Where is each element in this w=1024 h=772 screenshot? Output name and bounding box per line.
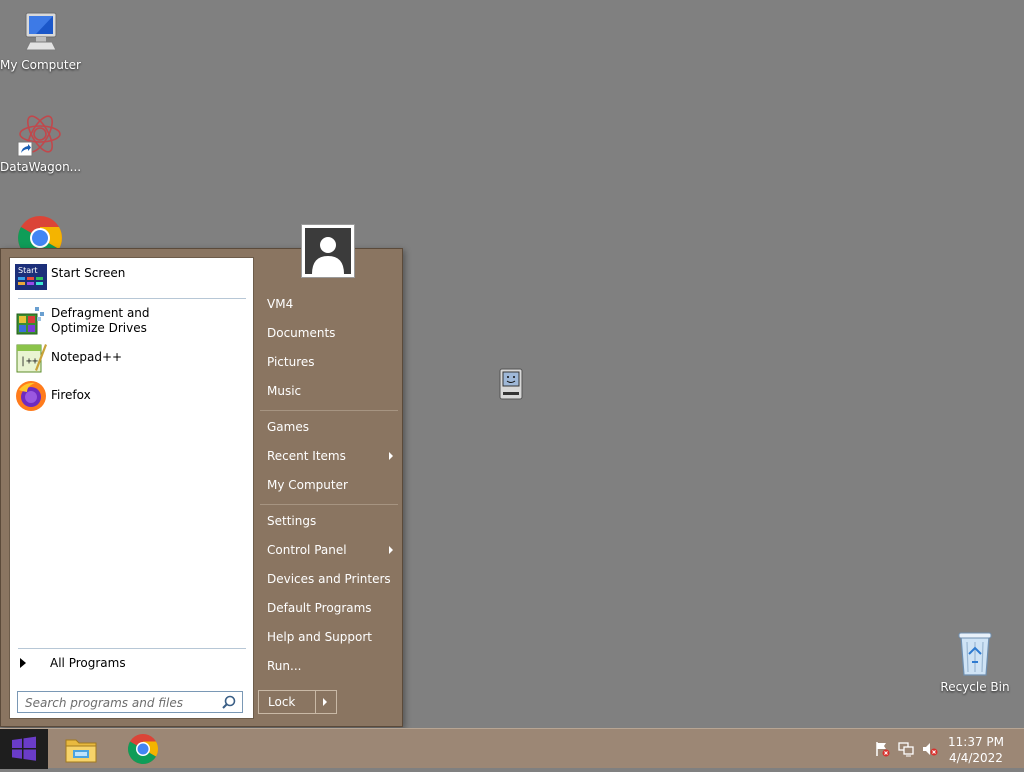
menu-item-control-panel[interactable]: Control Panel [263,539,399,561]
datawagon-icon [16,110,64,158]
program-label: Start Screen [51,266,126,280]
computer-icon [16,8,64,56]
menu-item-run[interactable]: Run... [263,655,399,677]
triangle-right-icon [20,658,26,668]
menu-item-label: Control Panel [267,543,347,557]
divider [260,410,398,411]
program-firefox[interactable]: Firefox [15,380,250,412]
start-menu-programs-pane: Start Start Screen Defragment and Optimi… [9,257,254,719]
file-explorer-icon [65,739,97,763]
windows-logo-icon [12,736,36,761]
start-screen-icon: Start [15,264,47,296]
taskbar: 11:37 PM 4/4/2022 [0,728,1024,769]
submenu-arrow-icon [389,546,393,554]
menu-item-label: Recent Items [267,449,346,463]
menu-item-documents[interactable]: Documents [263,322,399,344]
divider [18,648,246,649]
menu-item-pictures[interactable]: Pictures [263,351,399,373]
menu-item-label: Pictures [267,355,315,369]
desktop-icon-label: DataWagon... [0,160,82,174]
firefox-icon [15,380,47,412]
menu-item-label: Settings [267,514,317,528]
desktop-icon-label: My Computer [0,58,81,72]
submenu-arrow-icon [389,452,393,460]
program-defragment[interactable]: Defragment and Optimize Drives [15,304,250,336]
start-menu: Start Start Screen Defragment and Optimi… [0,224,403,727]
desktop-icon-datawagon[interactable]: DataWagon... [0,110,82,174]
menu-item-default-programs[interactable]: Default Programs [263,597,399,619]
desktop-icon-recycle-bin[interactable]: Recycle Bin [935,630,1015,694]
menu-item-label: Help and Support [267,630,372,644]
menu-item-label: Documents [267,326,336,340]
taskbar-file-explorer[interactable] [62,731,100,767]
program-label: Notepad++ [51,350,123,364]
taskbar-chrome[interactable] [124,731,162,767]
menu-item-label: My Computer [267,478,348,492]
chevron-right-icon [323,698,327,706]
clock-time: 11:37 PM [948,735,1004,749]
menu-item-games[interactable]: Games [263,416,399,438]
action-center-flag-icon[interactable] [874,741,890,757]
program-label: Firefox [51,388,91,402]
program-notepadpp[interactable]: |++ Notepad++ [15,342,250,374]
menu-item-music[interactable]: Music [263,380,399,402]
menu-item-label: Music [267,384,302,398]
network-icon[interactable] [898,741,914,757]
start-button[interactable] [0,729,48,769]
desktop-icon-my-computer[interactable]: My Computer [0,8,81,72]
chrome-icon [127,734,159,765]
search-box[interactable] [17,691,243,713]
lock-options-button[interactable] [316,691,336,713]
menu-item-my-computer[interactable]: My Computer [263,474,399,496]
menu-item-label: Run... [267,659,302,673]
divider [18,298,246,299]
divider [260,504,398,505]
notepadpp-icon: |++ [15,342,47,374]
program-label: Defragment and Optimize Drives [51,306,150,335]
mac-face-icon[interactable] [499,368,523,400]
menu-item-label: VM4 [267,297,294,311]
menu-item-label: Devices and Printers [267,572,391,586]
desktop-icon-label: Recycle Bin [940,680,1010,694]
svg-text:Start: Start [18,266,38,275]
menu-item-help-and-support[interactable]: Help and Support [263,626,399,648]
defrag-icon [15,304,47,336]
menu-item-label: Games [267,420,309,434]
user-silhouette-icon [305,228,351,274]
lock-label: Lock [268,695,296,709]
all-programs-label: All Programs [50,656,126,670]
menu-item-settings[interactable]: Settings [263,510,399,532]
user-avatar[interactable] [301,224,355,278]
program-start-screen[interactable]: Start Start Screen [15,264,250,296]
menu-item-vm4[interactable]: VM4 [263,293,399,315]
search-input[interactable] [23,693,217,713]
menu-item-recent-items[interactable]: Recent Items [263,445,399,467]
volume-muted-icon[interactable] [922,741,938,757]
svg-text:|++: |++ [20,356,38,367]
clock-date: 4/4/2022 [949,751,1003,765]
system-clock[interactable]: 11:37 PM 4/4/2022 [948,734,1004,766]
lock-main-button[interactable]: Lock [259,691,316,713]
menu-item-devices-and-printers[interactable]: Devices and Printers [263,568,399,590]
lock-button: Lock [258,690,337,714]
recycle-bin-icon [951,630,999,678]
all-programs-button[interactable]: All Programs [20,656,126,670]
search-icon[interactable] [222,695,236,709]
menu-item-label: Default Programs [267,601,372,615]
